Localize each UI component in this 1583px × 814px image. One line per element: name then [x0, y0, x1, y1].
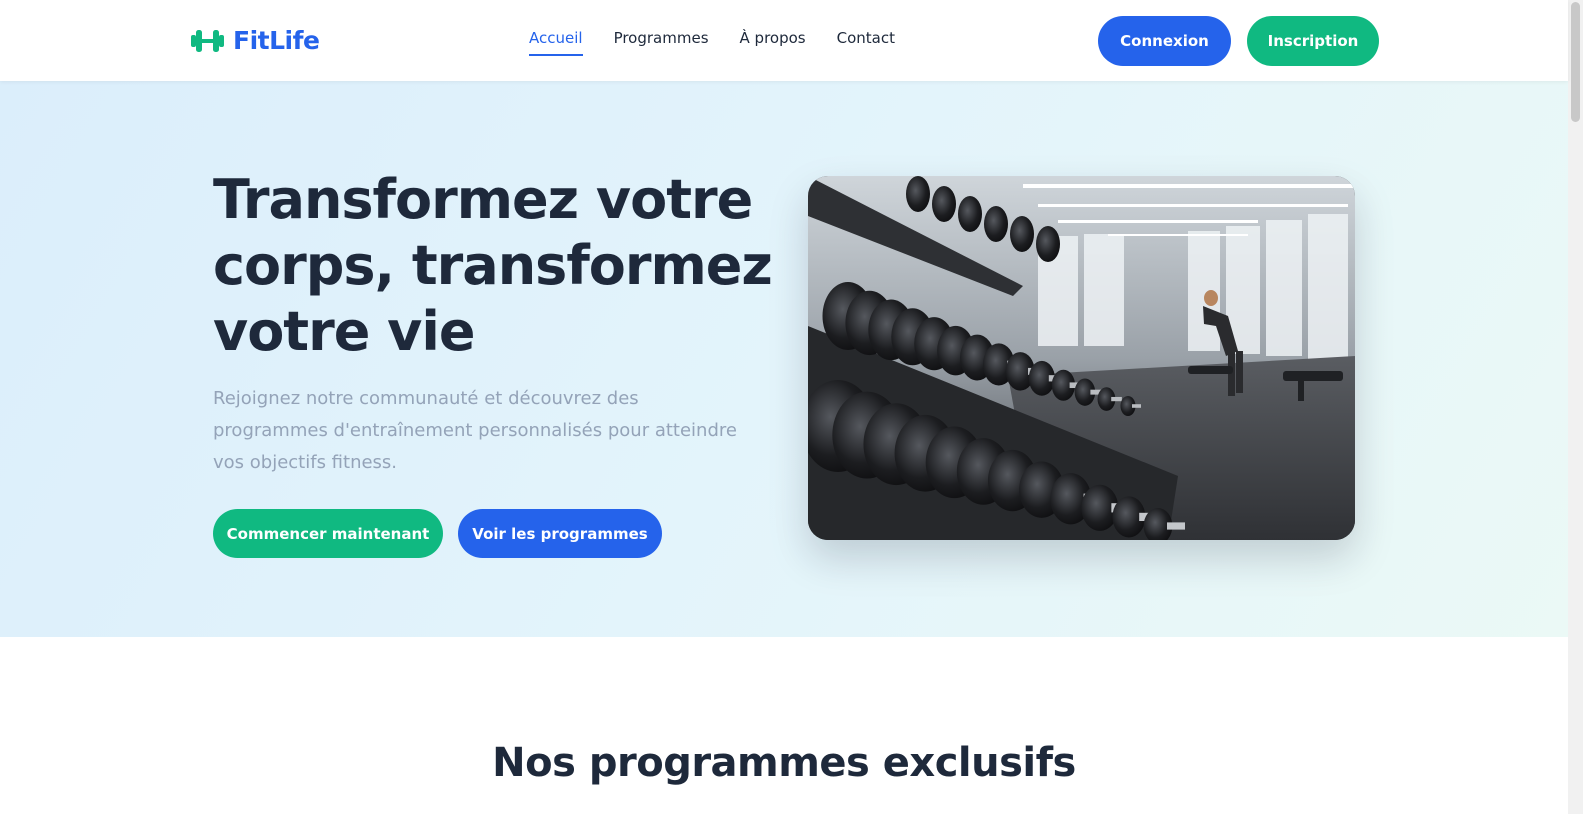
logo-link[interactable]: FitLife: [190, 26, 320, 55]
page-scrollbar[interactable]: [1568, 0, 1583, 814]
nav-link-accueil[interactable]: Accueil: [529, 29, 583, 56]
login-button[interactable]: Connexion: [1098, 16, 1231, 66]
start-now-button[interactable]: Commencer maintenant: [213, 509, 443, 558]
dumbbell-icon: [190, 28, 225, 54]
site-header: FitLife Accueil Programmes À propos Cont…: [0, 0, 1568, 81]
nav-link-a-propos[interactable]: À propos: [740, 29, 806, 56]
nav-link-contact[interactable]: Contact: [837, 29, 895, 56]
view-programs-button[interactable]: Voir les programmes: [458, 509, 662, 558]
scrollbar-thumb[interactable]: [1571, 2, 1580, 122]
programs-section-title: Nos programmes exclusifs: [492, 740, 1076, 786]
gym-dumbbell-rack-image: [808, 176, 1355, 540]
main-nav: Accueil Programmes À propos Contact: [529, 29, 895, 56]
hero-subtitle: Rejoignez notre communauté et découvrez …: [213, 388, 737, 473]
signup-button[interactable]: Inscription: [1247, 16, 1379, 66]
brand-name: FitLife: [233, 26, 320, 55]
hero-section: Transformez votre corps, transformez vot…: [0, 81, 1568, 637]
hero-title: Transformez votre corps, transformez vot…: [213, 168, 773, 363]
nav-link-programmes[interactable]: Programmes: [614, 29, 709, 56]
